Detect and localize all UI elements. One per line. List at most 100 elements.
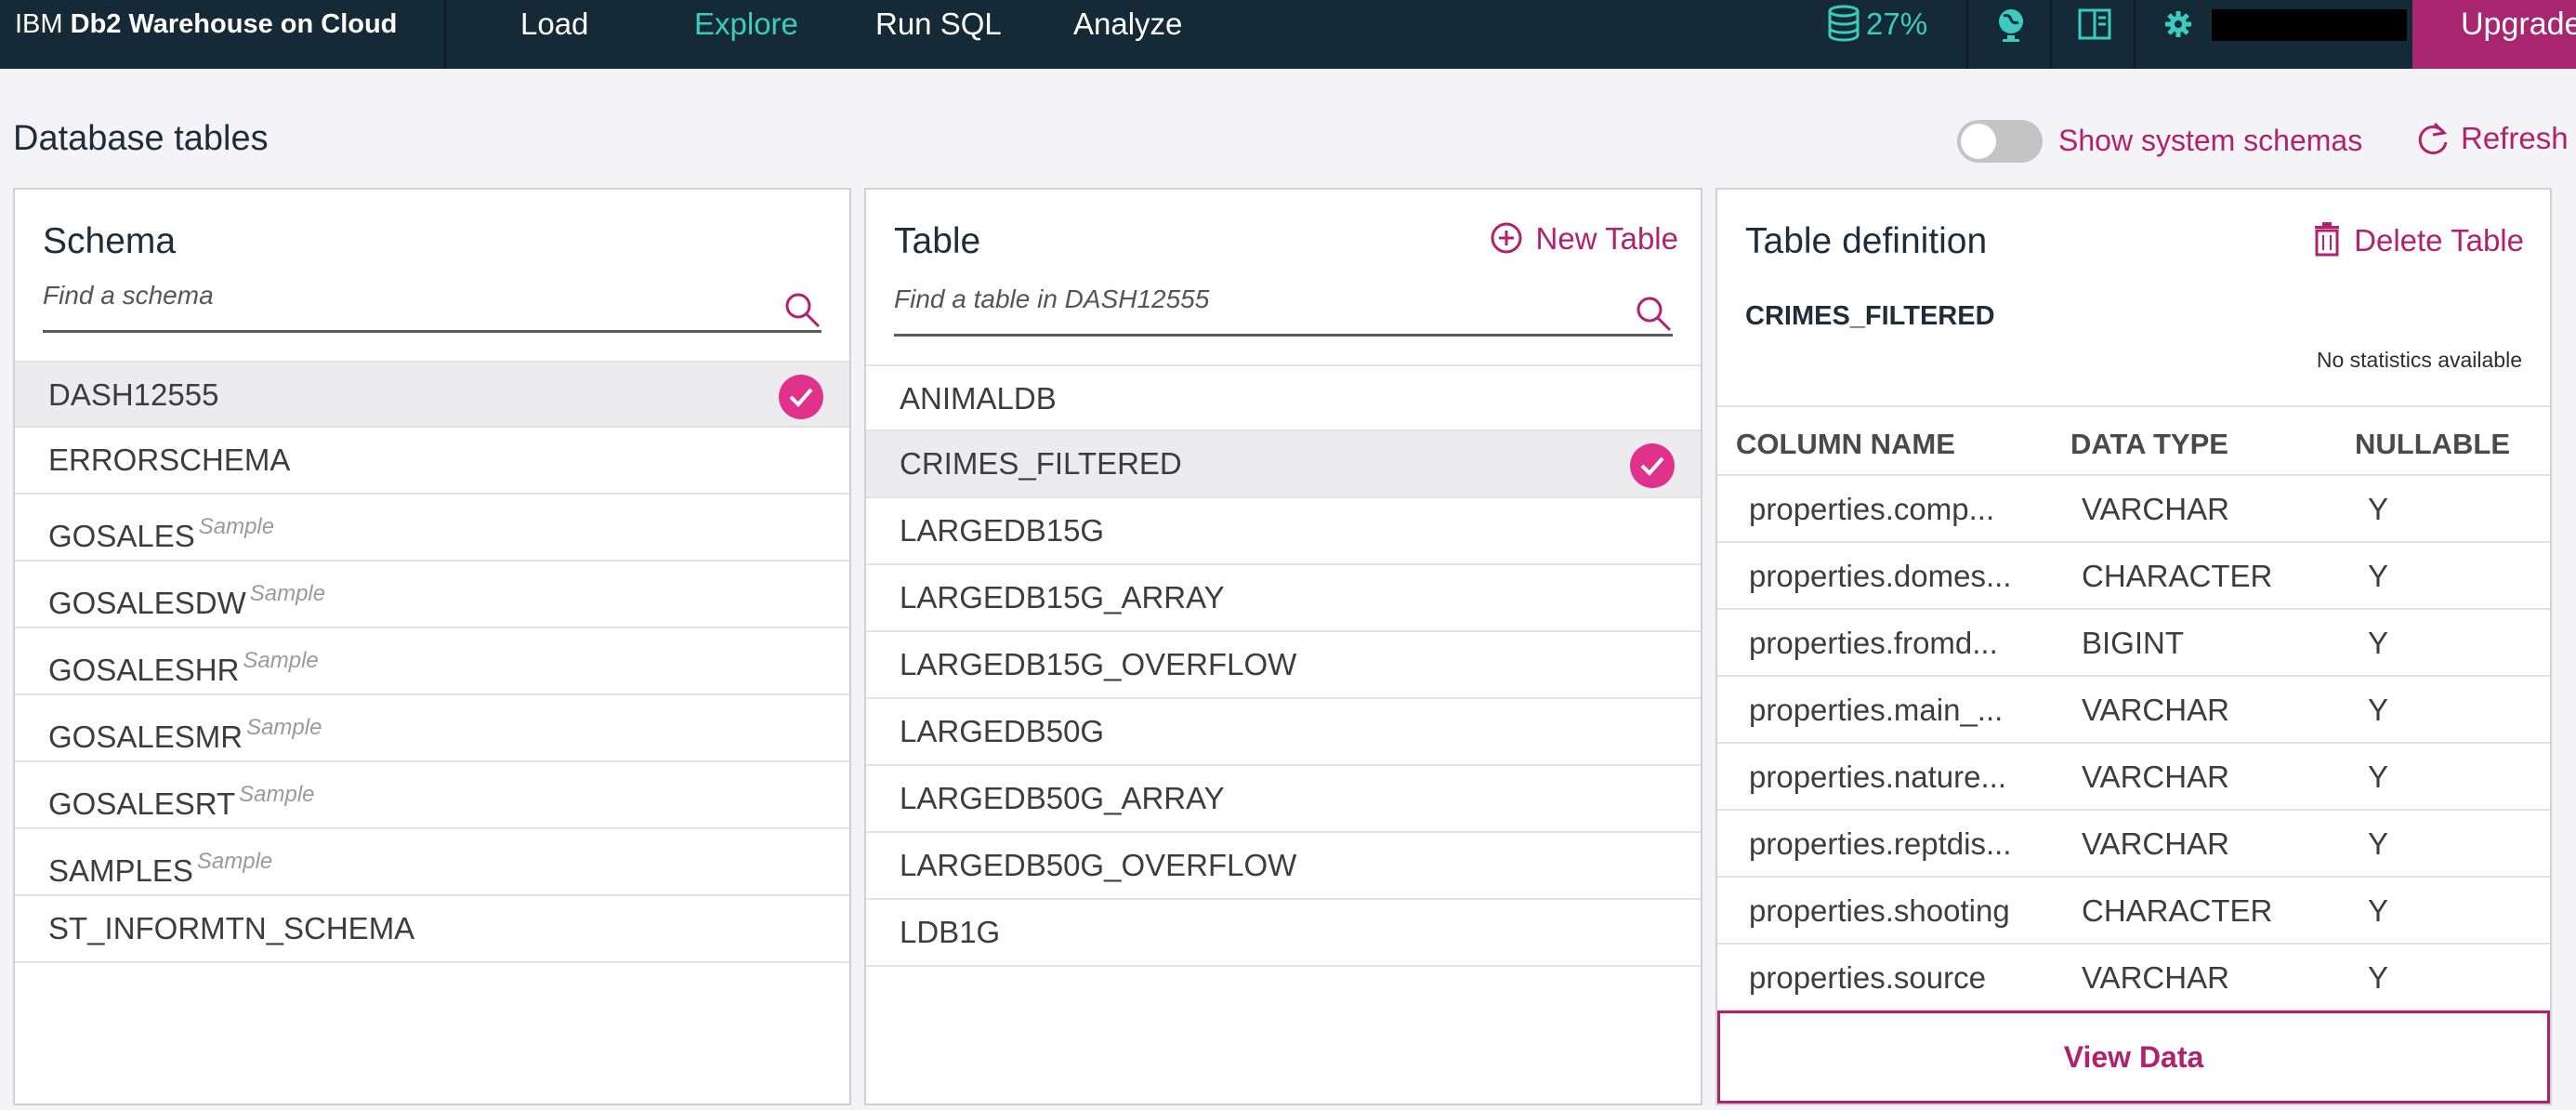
documentation-book-icon[interactable] bbox=[2074, 6, 2115, 43]
column-definition-table: COLUMN NAME DATA TYPE NULLABLE propertie… bbox=[1717, 405, 2550, 1011]
schema-list-item[interactable]: GOSALESDW Sample bbox=[15, 562, 849, 628]
schema-list-item[interactable]: ST_INFORMTN_SCHEMA bbox=[15, 896, 849, 963]
column-rows: properties.comp... VARCHAR Yproperties.dom… bbox=[1717, 476, 2550, 1011]
schema-name: GOSALESMR bbox=[48, 720, 243, 754]
table-list-item[interactable]: LARGEDB15G_ARRAY bbox=[866, 565, 1701, 632]
nav-divider bbox=[2050, 0, 2052, 69]
page-title: Database tables bbox=[13, 119, 269, 158]
new-table-button[interactable]: New Table bbox=[1490, 221, 1678, 257]
schema-search-input[interactable]: Find a schema bbox=[43, 275, 821, 333]
table-search-placeholder: Find a table in DASH12555 bbox=[894, 284, 1210, 313]
column-name-cell: properties.reptdis... bbox=[1749, 826, 2012, 861]
selected-check-icon bbox=[1630, 443, 1675, 488]
nav-analyze[interactable]: Analyze bbox=[1073, 0, 1182, 48]
schema-list-item[interactable]: GOSALES Sample bbox=[15, 495, 849, 562]
column-row[interactable]: properties.fromd... BIGINT Y bbox=[1717, 610, 2550, 677]
schema-name: ST_INFORMTN_SCHEMA bbox=[48, 911, 415, 945]
schema-name: GOSALES bbox=[48, 519, 195, 553]
schema-name: GOSALESHR bbox=[48, 653, 240, 687]
help-globe-icon[interactable] bbox=[1991, 6, 2031, 43]
refresh-button[interactable]: Refresh bbox=[2416, 120, 2569, 157]
user-account-redacted[interactable] bbox=[2212, 9, 2407, 41]
sample-tag: Sample bbox=[249, 581, 326, 606]
schema-name: ERRORSCHEMA bbox=[48, 443, 291, 477]
schema-list-item[interactable]: DASH12555 bbox=[15, 361, 849, 428]
data-type-cell: VARCHAR bbox=[2082, 693, 2229, 727]
schema-panel-title: Schema bbox=[43, 221, 177, 261]
table-list-item[interactable]: LARGEDB50G_ARRAY bbox=[866, 766, 1701, 833]
top-navigation-bar: IBM Db2 Warehouse on Cloud Load Explore … bbox=[0, 0, 2576, 69]
table-name: LARGEDB15G_OVERFLOW bbox=[900, 647, 1297, 681]
table-list-item[interactable]: LARGEDB15G bbox=[866, 498, 1701, 565]
data-type-cell: VARCHAR bbox=[2082, 826, 2229, 861]
brand-name: Db2 Warehouse on Cloud bbox=[70, 9, 398, 39]
schema-search-placeholder: Find a schema bbox=[43, 281, 214, 310]
column-row[interactable]: properties.nature... VARCHAR Y bbox=[1717, 744, 2550, 811]
nav-run-sql[interactable]: Run SQL bbox=[875, 0, 1002, 48]
nav-load[interactable]: Load bbox=[520, 0, 588, 48]
refresh-icon bbox=[2418, 122, 2448, 155]
data-type-cell: VARCHAR bbox=[2082, 960, 2229, 995]
data-type-cell: VARCHAR bbox=[2082, 492, 2229, 526]
toggle-knob bbox=[1961, 124, 1996, 159]
nullable-cell: Y bbox=[2368, 893, 2389, 928]
column-name-cell: properties.shooting bbox=[1749, 893, 2010, 928]
trash-icon bbox=[2315, 222, 2340, 257]
table-list-item[interactable]: LARGEDB15G_OVERFLOW bbox=[866, 632, 1701, 699]
search-icon[interactable] bbox=[784, 292, 821, 329]
table-panel: Table New Table Find a table in DASH1255… bbox=[864, 188, 1702, 1105]
table-list-item[interactable]: LARGEDB50G bbox=[866, 699, 1701, 766]
column-row[interactable]: properties.source VARCHAR Y bbox=[1717, 945, 2550, 1011]
header-data-type: DATA TYPE bbox=[2070, 428, 2228, 460]
schema-list-item[interactable]: ERRORSCHEMA bbox=[15, 428, 849, 495]
header-nullable: NULLABLE bbox=[2355, 428, 2511, 460]
selected-table-name: CRIMES_FILTERED bbox=[1745, 301, 1995, 331]
delete-table-button[interactable]: Delete Table bbox=[2313, 221, 2524, 258]
upgrade-button[interactable]: Upgrade bbox=[2412, 0, 2576, 69]
statistics-status: No statistics available bbox=[2316, 348, 2522, 372]
table-name: LARGEDB15G bbox=[900, 513, 1105, 548]
product-logo[interactable]: IBM Db2 Warehouse on Cloud bbox=[15, 0, 397, 48]
definition-panel-title: Table definition bbox=[1745, 221, 1988, 261]
data-type-cell: CHARACTER bbox=[2082, 559, 2273, 593]
table-list-item[interactable]: LARGEDB50G_OVERFLOW bbox=[866, 833, 1701, 900]
column-row[interactable]: properties.shooting CHARACTER Y bbox=[1717, 878, 2550, 945]
table-name: LDB1G bbox=[900, 915, 1001, 949]
column-row[interactable]: properties.reptdis... VARCHAR Y bbox=[1717, 811, 2550, 878]
table-panel-title: Table bbox=[894, 221, 981, 261]
storage-usage[interactable]: 27% bbox=[1827, 0, 1927, 48]
column-row[interactable]: properties.comp... VARCHAR Y bbox=[1717, 476, 2550, 543]
table-search-input[interactable]: Find a table in DASH12555 bbox=[894, 279, 1673, 337]
search-icon[interactable] bbox=[1636, 296, 1673, 333]
table-list-item[interactable]: ANIMALDB bbox=[866, 364, 1701, 431]
schema-list-item[interactable]: GOSALESHR Sample bbox=[15, 628, 849, 695]
column-name-cell: properties.comp... bbox=[1749, 492, 1995, 526]
column-row[interactable]: properties.domes... CHARACTER Y bbox=[1717, 543, 2550, 610]
sample-tag: Sample bbox=[243, 648, 319, 673]
table-list: ANIMALDB CRIMES_FILTERED LARGEDB15G LARGEDB… bbox=[866, 364, 1701, 967]
schema-list-item[interactable]: GOSALESMR Sample bbox=[15, 695, 849, 762]
column-row[interactable]: properties.main_... VARCHAR Y bbox=[1717, 677, 2550, 744]
schema-list-item[interactable]: SAMPLES Sample bbox=[15, 829, 849, 896]
nullable-cell: Y bbox=[2368, 559, 2389, 593]
table-name: LARGEDB50G_OVERFLOW bbox=[900, 848, 1297, 882]
view-data-button[interactable]: View Data bbox=[1717, 1011, 2550, 1103]
sample-tag: Sample bbox=[196, 849, 273, 874]
table-list-item[interactable]: LDB1G bbox=[866, 900, 1701, 967]
table-name: ANIMALDB bbox=[900, 381, 1057, 416]
database-icon bbox=[1828, 5, 1860, 42]
table-name: LARGEDB50G_ARRAY bbox=[900, 781, 1225, 815]
data-type-cell: CHARACTER bbox=[2082, 893, 2273, 928]
column-name-cell: properties.source bbox=[1749, 960, 1986, 995]
schema-list-item[interactable]: GOSALESRT Sample bbox=[15, 762, 849, 829]
nullable-cell: Y bbox=[2368, 626, 2389, 660]
settings-gear-icon[interactable] bbox=[2158, 6, 2199, 43]
table-list-item[interactable]: CRIMES_FILTERED bbox=[866, 431, 1701, 498]
schema-name: DASH12555 bbox=[48, 377, 219, 412]
nullable-cell: Y bbox=[2368, 693, 2389, 727]
show-system-schemas-label[interactable]: Show system schemas bbox=[2058, 124, 2362, 158]
nav-explore[interactable]: Explore bbox=[694, 0, 798, 48]
show-system-schemas-toggle[interactable] bbox=[1957, 120, 2043, 163]
add-circle-icon bbox=[1491, 222, 1522, 254]
refresh-label: Refresh bbox=[2461, 121, 2569, 155]
